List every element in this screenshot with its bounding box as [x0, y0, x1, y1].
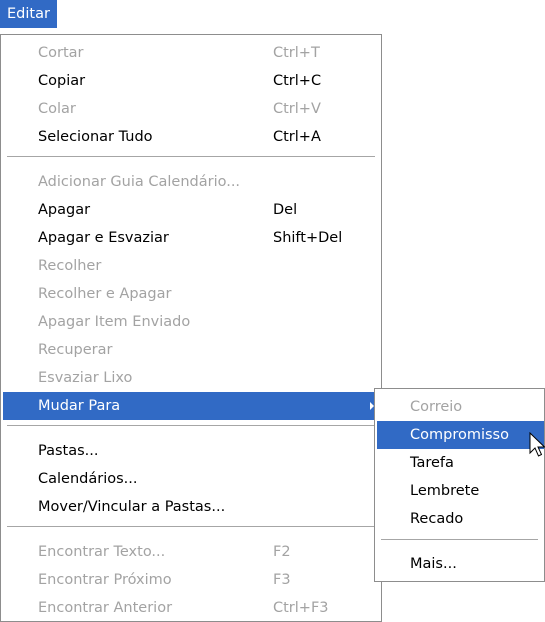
menu-item-label: Calendários...: [38, 471, 138, 487]
menu-separator: [7, 156, 375, 158]
menubar-editar[interactable]: Editar: [0, 0, 57, 28]
menu-item-label: Selecionar Tudo: [38, 129, 153, 145]
menu-item-encontrar-texto[interactable]: Encontrar Texto... F2: [3, 538, 381, 566]
menu-item-shortcut: Del: [273, 202, 298, 218]
submenu-item-compromisso[interactable]: Compromisso: [377, 421, 544, 449]
menu-separator: [7, 425, 375, 427]
menu-item-label: Recado: [410, 511, 464, 527]
menu-item-label: Colar: [38, 101, 76, 117]
edit-menu: Cortar Ctrl+T Copiar Ctrl+C Colar Ctrl+V…: [0, 34, 382, 622]
menu-item-label: Apagar e Esvaziar: [38, 230, 169, 246]
menu-item-recolher[interactable]: Recolher: [3, 252, 381, 280]
menu-item-shortcut: Shift+Del: [273, 230, 343, 246]
menu-item-shortcut: F2: [273, 544, 291, 560]
menu-item-label: Encontrar Próximo: [38, 572, 172, 588]
menu-item-pastas[interactable]: Pastas...: [3, 437, 381, 465]
mudar-para-submenu: Correio Compromisso Tarefa Lembrete Reca…: [374, 388, 545, 582]
menu-item-copiar[interactable]: Copiar Ctrl+C: [3, 67, 381, 95]
menu-item-mudar-para[interactable]: Mudar Para: [3, 392, 381, 420]
menu-item-recolher-e-apagar[interactable]: Recolher e Apagar: [3, 280, 381, 308]
menu-item-label: Copiar: [38, 73, 86, 89]
submenu-item-correio[interactable]: Correio: [377, 393, 544, 421]
menu-item-label: Pastas...: [38, 443, 99, 459]
menu-item-label: Esvaziar Lixo: [38, 370, 133, 386]
menu-item-label: Tarefa: [410, 455, 454, 471]
submenu-item-tarefa[interactable]: Tarefa: [377, 449, 544, 477]
menu-item-label: Correio: [410, 399, 463, 415]
menu-item-calendarios[interactable]: Calendários...: [3, 465, 381, 493]
mouse-pointer-icon: [529, 432, 545, 462]
menu-item-apagar[interactable]: Apagar Del: [3, 196, 381, 224]
menu-item-label: Encontrar Anterior: [38, 600, 173, 616]
menu-item-shortcut: F3: [273, 572, 291, 588]
menu-item-label: Recuperar: [38, 342, 113, 358]
menu-item-label: Adicionar Guia Calendário...: [38, 174, 241, 190]
menu-item-label: Compromisso: [410, 427, 509, 443]
menu-item-mover-vincular-a-pastas[interactable]: Mover/Vincular a Pastas...: [3, 493, 381, 521]
menu-item-selecionar-tudo[interactable]: Selecionar Tudo Ctrl+A: [3, 123, 381, 151]
menu-item-label: Recolher e Apagar: [38, 286, 172, 302]
menu-item-label: Apagar Item Enviado: [38, 314, 191, 330]
menu-item-shortcut: Ctrl+V: [273, 101, 321, 117]
menu-item-label: Mudar Para: [38, 398, 121, 414]
screen: Editar Cortar Ctrl+T Copiar Ctrl+C Colar…: [0, 0, 545, 622]
menu-separator: [7, 526, 375, 528]
menu-item-apagar-e-esvaziar[interactable]: Apagar e Esvaziar Shift+Del: [3, 224, 381, 252]
menu-item-label: Mover/Vincular a Pastas...: [38, 499, 226, 515]
submenu-item-mais[interactable]: Mais...: [377, 550, 544, 578]
menu-item-shortcut: Ctrl+F3: [273, 600, 329, 616]
menu-item-label: Encontrar Texto...: [38, 544, 166, 560]
menu-item-apagar-item-enviado[interactable]: Apagar Item Enviado: [3, 308, 381, 336]
submenu-item-recado[interactable]: Recado: [377, 505, 544, 533]
menu-item-esvaziar-lixo[interactable]: Esvaziar Lixo: [3, 364, 381, 392]
menu-item-label: Recolher: [38, 258, 102, 274]
menu-item-label: Apagar: [38, 202, 91, 218]
menu-item-recuperar[interactable]: Recuperar: [3, 336, 381, 364]
menu-item-encontrar-anterior[interactable]: Encontrar Anterior Ctrl+F3: [3, 594, 381, 622]
menu-item-colar[interactable]: Colar Ctrl+V: [3, 95, 381, 123]
menu-item-shortcut: Ctrl+T: [273, 45, 320, 61]
menu-separator: [381, 539, 538, 541]
menu-item-label: Lembrete: [410, 483, 480, 499]
menu-item-label: Mais...: [410, 556, 457, 572]
menu-item-shortcut: Ctrl+C: [273, 73, 322, 89]
menu-item-shortcut: Ctrl+A: [273, 129, 321, 145]
menu-item-label: Cortar: [38, 45, 84, 61]
submenu-item-lembrete[interactable]: Lembrete: [377, 477, 544, 505]
menu-item-adicionar-guia-calendario[interactable]: Adicionar Guia Calendário...: [3, 168, 381, 196]
menu-item-cortar[interactable]: Cortar Ctrl+T: [3, 39, 381, 67]
menu-item-encontrar-proximo[interactable]: Encontrar Próximo F3: [3, 566, 381, 594]
